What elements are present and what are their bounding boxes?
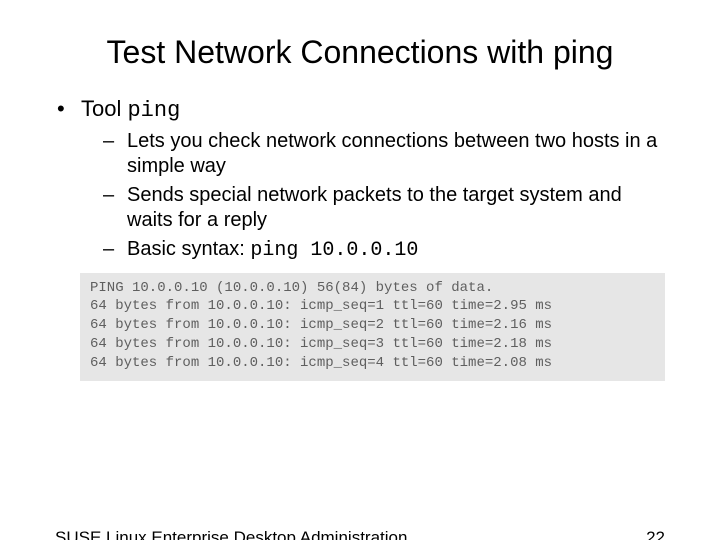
footer-title: SUSE Linux Enterprise Desktop Administra… [55,528,407,540]
subbullet-check-connections: Lets you check network connections betwe… [103,129,665,179]
subbullet-text: Basic syntax: [127,238,250,260]
terminal-line: 64 bytes from 10.0.0.10: icmp_seq=2 ttl=… [90,317,552,333]
terminal-line: 64 bytes from 10.0.0.10: icmp_seq=3 ttl=… [90,336,552,352]
slide-title: Test Network Connections with ping [40,34,680,71]
code-ping-command: ping 10.0.0.10 [250,239,418,262]
page-number: 22 [646,528,665,540]
slide-content: Tool ping Lets you check network connect… [55,95,665,263]
code-ping: ping [127,98,180,123]
slide: Test Network Connections with ping Tool … [0,34,720,540]
footer: SUSE Linux Enterprise Desktop Administra… [55,528,665,540]
subbullet-sends-packets: Sends special network packets to the tar… [103,183,665,233]
terminal-line: 64 bytes from 10.0.0.10: icmp_seq=4 ttl=… [90,355,552,371]
terminal-line: PING 10.0.0.10 (10.0.0.10) 56(84) bytes … [90,280,493,296]
bullet-tool-ping: Tool ping Lets you check network connect… [55,95,665,263]
bullet-text: Tool [81,96,127,121]
subbullet-basic-syntax: Basic syntax: ping 10.0.0.10 [103,237,665,263]
bullet-list-level2: Lets you check network connections betwe… [103,129,665,263]
terminal-output: PING 10.0.0.10 (10.0.0.10) 56(84) bytes … [80,273,665,381]
bullet-list-level1: Tool ping Lets you check network connect… [55,95,665,263]
terminal-line: 64 bytes from 10.0.0.10: icmp_seq=1 ttl=… [90,298,552,314]
